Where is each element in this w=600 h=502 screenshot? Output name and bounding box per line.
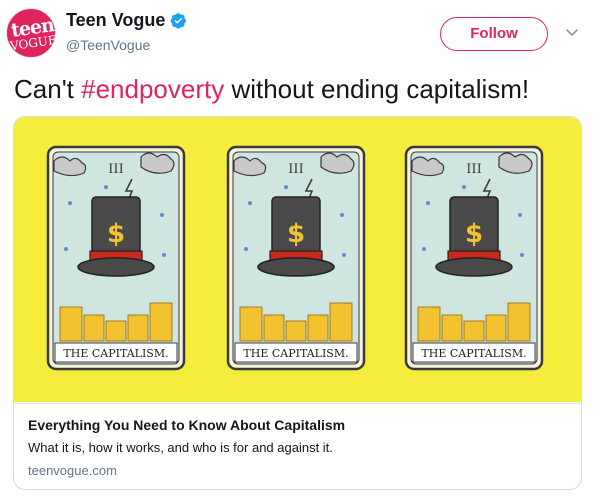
chevron-down-icon[interactable] (564, 24, 580, 40)
card-image[interactable]: III $ THE CAPITALISM. III $ THE CAPITALI… (14, 117, 581, 402)
tarot-numeral: III (108, 162, 123, 177)
tarot-caption: THE CAPITALISM. (243, 347, 348, 360)
follow-button[interactable]: Follow (440, 17, 548, 51)
account-name[interactable]: Teen Vogue (66, 10, 165, 31)
tarot-caption: THE CAPITALISM. (421, 347, 526, 360)
avatar[interactable]: teen VOGUE (6, 8, 56, 58)
card-description: What it is, how it works, and who is for… (28, 440, 333, 455)
hashtag-link[interactable]: #endpoverty (81, 74, 224, 104)
tarot-numeral: III (288, 162, 303, 177)
tweet-text-after: without ending capitalism! (224, 74, 530, 104)
account-name-row: Teen Vogue (66, 10, 187, 31)
svg-text:$: $ (107, 219, 125, 249)
tarot-card-illustration: III $ THE CAPITALISM. (46, 145, 186, 371)
card-body[interactable]: Everything You Need to Know About Capita… (14, 403, 581, 489)
card-title[interactable]: Everything You Need to Know About Capita… (28, 417, 345, 433)
verified-badge-icon (170, 13, 187, 29)
link-card[interactable]: III $ THE CAPITALISM. III $ THE CAPITALI… (13, 116, 582, 490)
tarot-card-illustration: III $ THE CAPITALISM. (404, 145, 544, 371)
svg-text:$: $ (465, 219, 483, 249)
svg-text:$: $ (287, 219, 305, 249)
card-domain: teenvogue.com (28, 463, 117, 478)
tweet-text-before: Can't (14, 74, 82, 104)
tweet-header: teen VOGUE Teen Vogue @TeenVogue Follow (0, 0, 600, 62)
tarot-card-illustration: III $ THE CAPITALISM. (226, 145, 366, 371)
tweet-text: Can't #endpoverty without ending capital… (14, 73, 594, 105)
account-handle[interactable]: @TeenVogue (66, 37, 150, 53)
tarot-numeral: III (466, 162, 481, 177)
tarot-caption: THE CAPITALISM. (63, 347, 168, 360)
